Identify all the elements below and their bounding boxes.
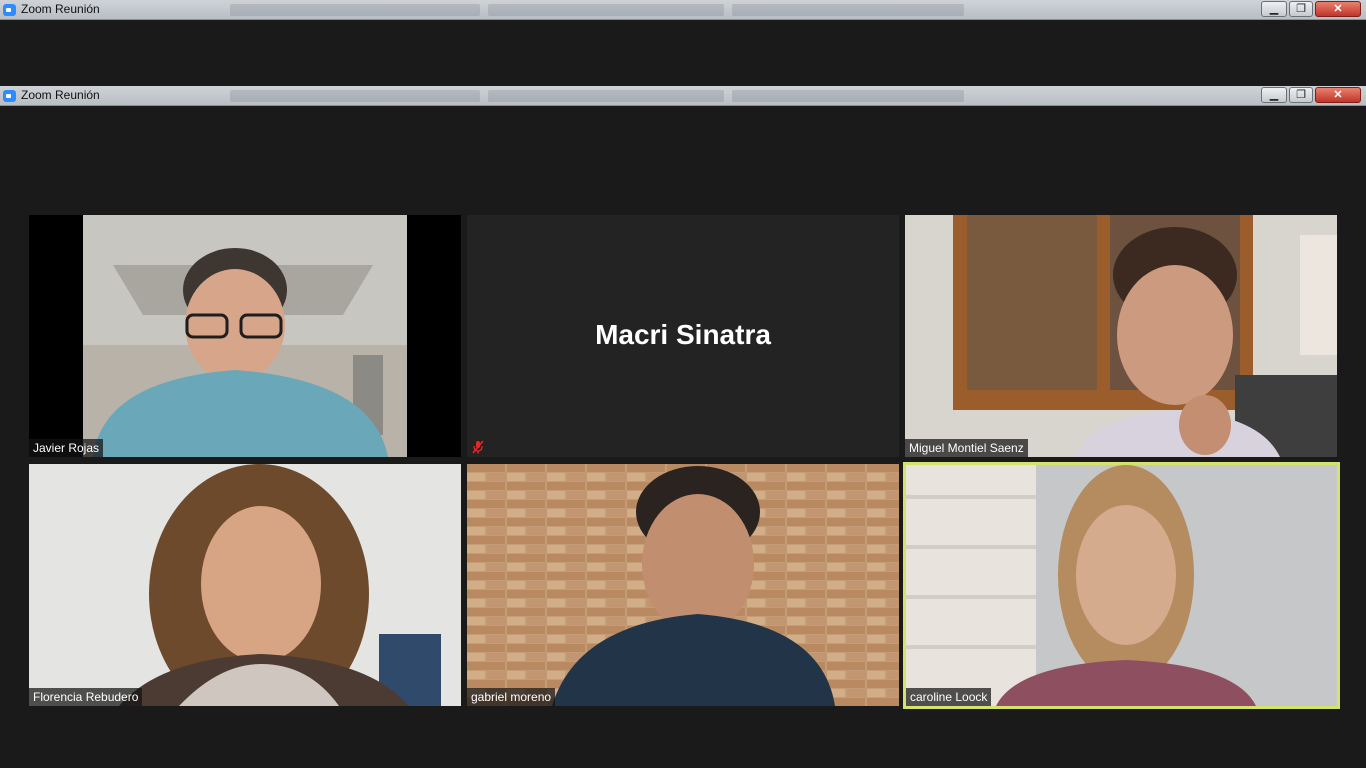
participant-video [906, 465, 1337, 706]
taskbar-ghost [732, 4, 964, 16]
window-title: Zoom Reunión [21, 88, 100, 102]
restore-button[interactable]: ❐ [1289, 1, 1313, 17]
participant-video [83, 215, 407, 457]
minimize-button[interactable]: ▁ [1261, 1, 1287, 17]
participant-video [29, 464, 461, 706]
taskbar-ghost [230, 90, 480, 102]
participant-tile-active-speaker[interactable]: caroline Loock [903, 462, 1340, 709]
participant-name: Florencia Rebudero [29, 688, 143, 706]
participant-tile[interactable]: Macri Sinatra [467, 215, 899, 457]
participant-tile[interactable]: Miguel Montiel Saenz [905, 215, 1337, 457]
taskbar-ghost [488, 90, 724, 102]
participant-tile[interactable]: Javier Rojas [29, 215, 461, 457]
participant-video [467, 464, 899, 706]
microphone-muted-icon [472, 440, 484, 454]
minimize-button[interactable]: ▁ [1261, 87, 1287, 103]
participant-tile[interactable]: Florencia Rebudero [29, 464, 461, 706]
participant-tile[interactable]: gabriel moreno [467, 464, 899, 706]
participant-name-placeholder: Macri Sinatra [595, 319, 771, 350]
close-button[interactable]: ✕ [1315, 87, 1361, 103]
participant-name: caroline Loock [906, 688, 992, 706]
participant-video [905, 215, 1337, 457]
participant-name: Miguel Montiel Saenz [905, 439, 1028, 457]
close-button[interactable]: ✕ [1315, 1, 1361, 17]
restore-button[interactable]: ❐ [1289, 87, 1313, 103]
taskbar-ghost [488, 4, 724, 16]
window-titlebar: Zoom Reunión ▁ ❐ ✕ [0, 86, 1366, 106]
taskbar-ghost [230, 4, 480, 16]
zoom-icon [3, 90, 16, 102]
background-window-titlebar: Zoom Reunión ▁ ❐ ✕ [0, 0, 1366, 20]
participant-name: gabriel moreno [467, 688, 556, 706]
window-title: Zoom Reunión [21, 2, 100, 16]
participant-name: Javier Rojas [29, 439, 104, 457]
taskbar-ghost [732, 90, 964, 102]
zoom-icon [3, 4, 16, 16]
